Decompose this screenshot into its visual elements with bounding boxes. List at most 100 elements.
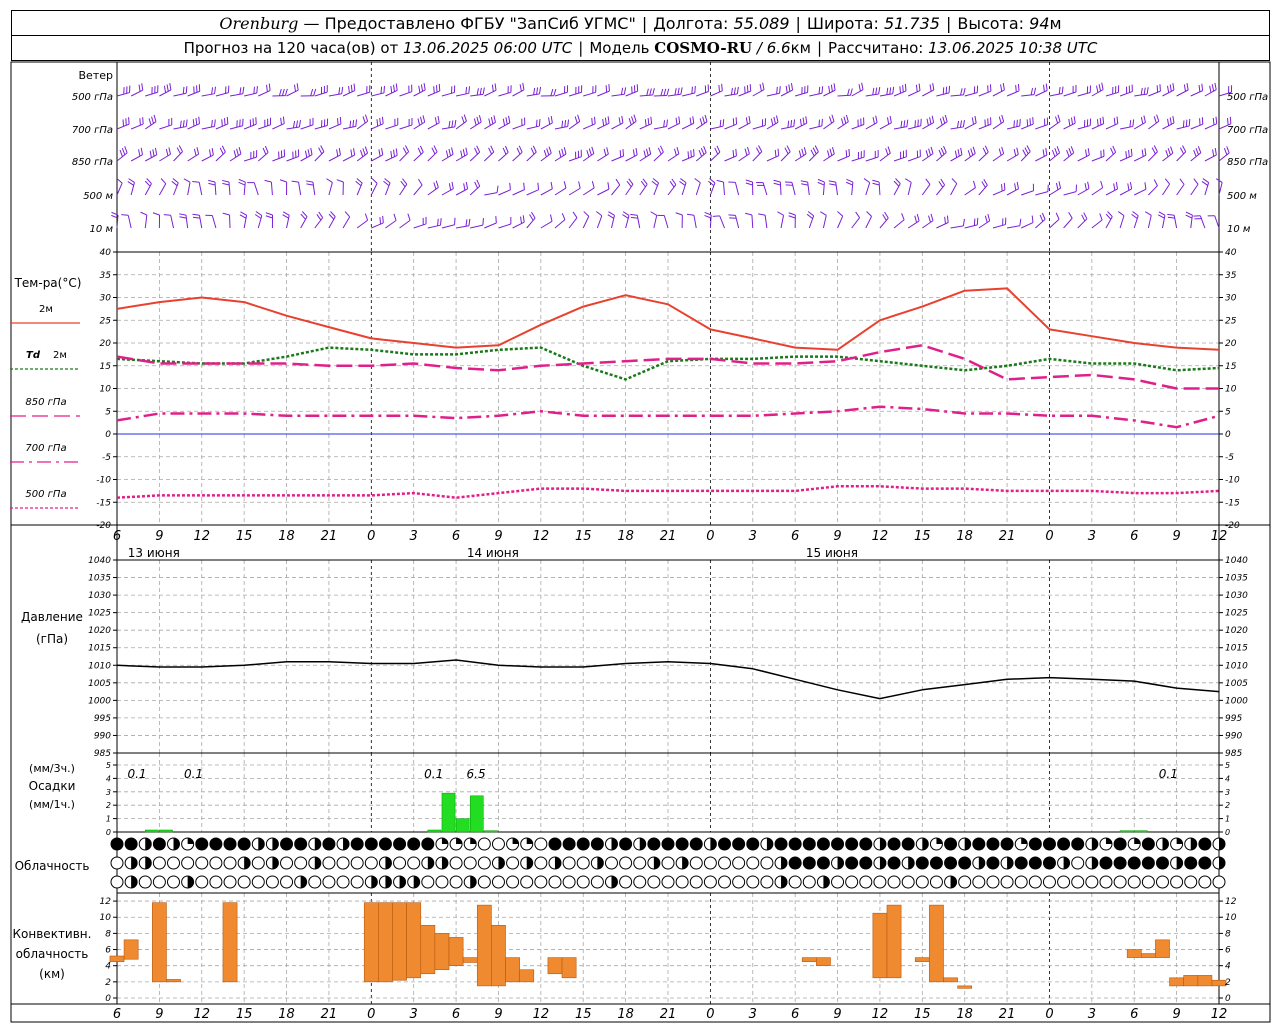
pressure-unit: (гПа) <box>36 632 68 646</box>
cloud-glyph <box>280 856 294 870</box>
cloud-glyph <box>138 875 152 889</box>
wind-barb-staff <box>809 92 823 97</box>
y-tick-label: 995 <box>94 714 111 724</box>
precip-bar <box>441 792 456 833</box>
cloud-glyph-outline <box>534 837 548 851</box>
wind-barb-flag <box>777 148 780 156</box>
wind-barb <box>823 114 835 130</box>
cloud-glyph-fill <box>662 838 674 850</box>
wind-barb-flag <box>438 83 441 91</box>
wind-level-label: 10 м <box>90 224 114 235</box>
wind-level-label: 500 м <box>83 191 113 202</box>
wind-barb-flag <box>1015 85 1017 93</box>
wind-barb-flag <box>905 178 912 183</box>
cloud-glyph-fill <box>789 838 802 850</box>
cloud-glyph <box>774 837 788 851</box>
wind-barb-flag <box>716 179 724 183</box>
cloud-glyph <box>590 875 604 889</box>
cloud-glyph-fill <box>195 838 208 850</box>
wind-barb <box>863 178 871 196</box>
wind-barb-staff <box>597 153 609 162</box>
wind-barb <box>611 178 621 196</box>
wind-barb-flag <box>608 211 615 216</box>
wind-barb-flag <box>121 214 129 216</box>
wind-barb-flag <box>336 149 339 157</box>
wind-barb-staff <box>1035 90 1048 97</box>
cloud-glyph <box>958 856 972 870</box>
wind-barb-flag <box>818 86 821 94</box>
cloud-glyph <box>788 856 802 870</box>
cloud-glyph <box>308 837 322 851</box>
wind-barb-flag <box>192 216 201 219</box>
wind-barb-staff <box>498 223 511 229</box>
wind-barb-flag <box>222 212 230 216</box>
cloud-glyph-fill <box>1184 857 1197 869</box>
wind-barb-flag <box>1229 116 1232 124</box>
conv-bar <box>476 904 492 987</box>
wind-barb-flag <box>119 149 123 157</box>
cloud-glyph <box>378 837 392 851</box>
precip-unit-bottom: (мм/1ч.) <box>29 798 75 811</box>
wind-barb-flag <box>538 119 541 127</box>
cloud-glyph-outline <box>1057 875 1071 889</box>
cloud-glyph <box>1099 837 1113 851</box>
wind-barb <box>540 115 553 130</box>
y-tick-label: 2 <box>105 978 111 988</box>
wind-barb-flag <box>689 117 692 125</box>
cloud-glyph-fill <box>131 876 138 888</box>
wind-barb-staff <box>663 215 669 229</box>
wind-barb <box>837 114 849 130</box>
precip-bar <box>455 818 470 833</box>
wind-barb-flag <box>591 118 593 126</box>
conv-bar <box>1140 953 1156 958</box>
wind-barb <box>936 145 947 162</box>
cloud-glyph-outline <box>322 875 336 889</box>
wind-barb <box>922 115 935 130</box>
hour-tick-label: 12 <box>193 529 210 544</box>
cloud-glyph-fill <box>746 838 759 850</box>
wind-barb-flag <box>543 150 547 157</box>
wind-barb-flag <box>488 118 491 126</box>
wind-level-label: 500 гПа <box>72 92 113 103</box>
wind-barb-staff <box>1049 218 1060 229</box>
wind-barb-flag <box>820 211 827 216</box>
cloud-glyph <box>209 856 223 870</box>
wind-barb-staff <box>198 182 203 196</box>
wind-barb-flag <box>1017 83 1020 91</box>
cloud-glyph-outline <box>1085 875 1099 889</box>
cloud-glyph <box>350 856 364 870</box>
wind-barb-flag <box>293 84 296 92</box>
wind-barb <box>356 146 369 162</box>
wind-barb-flag <box>1158 214 1165 219</box>
wind-barb-flag <box>179 120 182 128</box>
wind-barb <box>597 182 610 196</box>
wind-barb-staff <box>1006 188 1019 196</box>
wind-barb <box>992 217 1007 229</box>
wind-barb <box>455 181 469 196</box>
wind-barb-staff <box>1134 188 1147 196</box>
wind-barb-flag <box>845 150 848 158</box>
hour-tick-label: 9 <box>1172 529 1180 544</box>
y-tick-label: 20 <box>1225 339 1237 349</box>
wind-barb <box>441 217 456 229</box>
hour-tick-label: 6 <box>452 1007 460 1022</box>
wind-barb-flag <box>166 84 169 92</box>
day-label: 15 июня <box>806 546 858 560</box>
wind-barb-staff <box>582 187 595 196</box>
wind-barb-flag <box>1193 149 1197 157</box>
wind-barb-flag <box>550 181 553 189</box>
wind-barb-flag <box>900 120 903 128</box>
cloud-glyph <box>294 837 308 851</box>
wind-barb-flag <box>233 150 237 158</box>
y-tick-label: 5 <box>1225 407 1231 417</box>
wind-barb-flag <box>561 212 566 220</box>
cloud-glyph-outline <box>760 856 774 870</box>
wind-barb-flag <box>407 213 411 221</box>
wind-barb <box>1035 117 1049 130</box>
cloud-glyph-fill <box>1114 838 1127 850</box>
wind-barb <box>1193 215 1206 229</box>
cloud-glyph-outline <box>110 875 124 889</box>
wind-barb <box>413 216 427 229</box>
cloud-glyph <box>703 837 717 851</box>
wind-barb-flag <box>745 117 748 125</box>
